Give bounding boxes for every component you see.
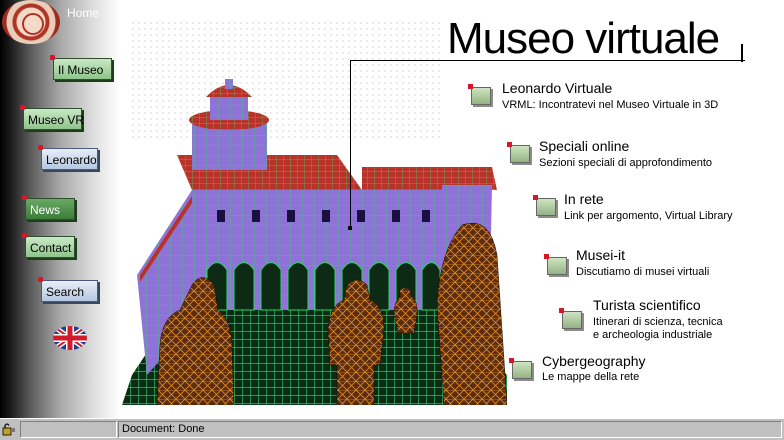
status-bar: Document: Done <box>0 418 784 440</box>
nav-il-museo-button[interactable]: Il Museo <box>50 55 112 80</box>
link-icon <box>468 84 491 105</box>
callout-line <box>350 60 351 228</box>
nav-leonardo-button[interactable]: Leonardo <box>38 145 98 170</box>
menu-item-subtitle: Itinerari di scienza, tecnica <box>593 316 723 328</box>
menu-item-title[interactable]: Speciali online <box>539 138 629 154</box>
status-progress-cell <box>20 421 117 438</box>
museum-logo[interactable] <box>2 0 60 44</box>
menu-item-subtitle: Sezioni speciali di approfondimento <box>539 157 713 169</box>
menu-item-title[interactable]: Leonardo Virtuale <box>502 80 612 96</box>
menu-item-title[interactable]: Turista scientifico <box>593 297 701 313</box>
link-icon <box>507 142 530 163</box>
menu-item-title[interactable]: Cybergeography <box>542 353 646 369</box>
home-link[interactable]: Home <box>67 6 99 20</box>
menu-item-subtitle: Link per argomento, Virtual Library <box>564 210 733 222</box>
nav-museo-vr-button[interactable]: Museo VR <box>20 105 84 130</box>
link-icon <box>544 254 567 275</box>
security-lock-icon[interactable] <box>2 422 16 436</box>
menu-item-title[interactable]: Musei-it <box>576 247 625 263</box>
page-title: Museo virtuale <box>447 14 720 63</box>
link-icon <box>533 195 556 216</box>
menu-item-subtitle-line2: e archeologia industriale <box>593 329 713 341</box>
nav-news-button[interactable]: News <box>22 195 75 220</box>
uk-flag-icon[interactable] <box>53 326 87 350</box>
virtual-courtyard-illustration[interactable] <box>122 75 507 405</box>
link-icon <box>559 308 582 329</box>
callout-line-horizontal <box>350 60 745 61</box>
link-icon <box>509 358 532 379</box>
menu-item-title[interactable]: In rete <box>564 191 604 207</box>
menu-item-subtitle: Le mappe della rete <box>542 371 640 383</box>
menu-item-subtitle: Discutiamo di musei virtuali <box>576 266 710 278</box>
callout-point <box>348 226 352 230</box>
nav-search-button[interactable]: Search <box>38 277 98 302</box>
status-text: Document: Done <box>118 421 782 438</box>
nav-contact-button[interactable]: Contact <box>22 233 75 258</box>
menu-item-subtitle: VRML: Incontratevi nel Museo Virtuale in… <box>502 99 719 111</box>
